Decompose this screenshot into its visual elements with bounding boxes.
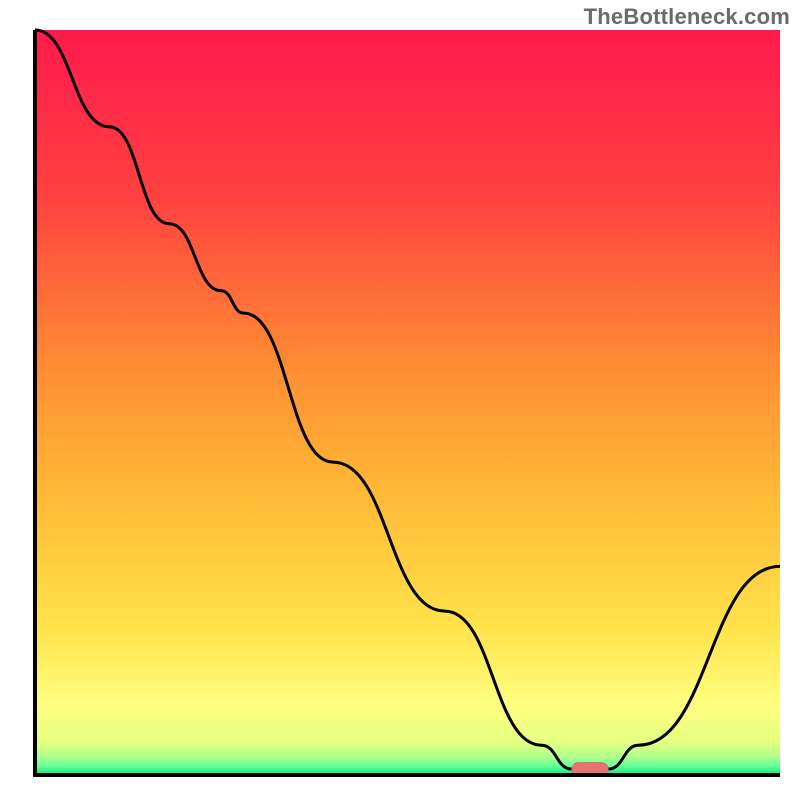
- plot-background: [35, 30, 780, 775]
- chart-canvas: [0, 0, 800, 800]
- watermark-text: TheBottleneck.com: [584, 4, 790, 30]
